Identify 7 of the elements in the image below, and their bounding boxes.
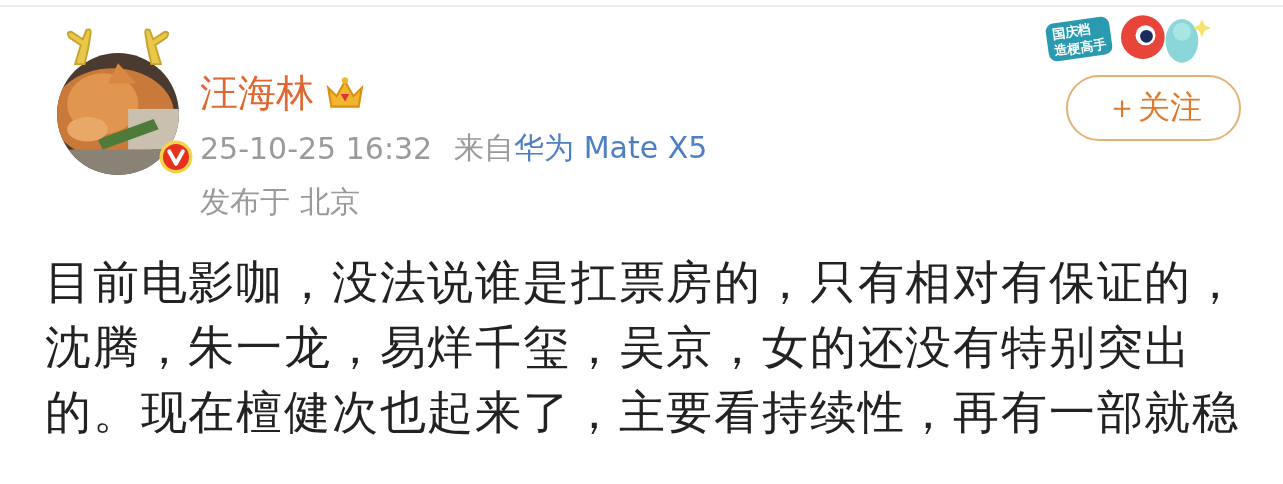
author-name[interactable]: 汪海林 (200, 67, 314, 119)
source-link[interactable]: 华为 Mate X5 (514, 127, 708, 169)
post-location: 发布于 北京 (200, 183, 361, 221)
post-time: 25-10-25 16:32 (200, 130, 433, 166)
post-text: 目前电影咖，没法说谁是扛票房的，只有相对有保证的，沈腾，朱一龙，易烊千玺，吴京，女的还没有特别突出的。现在檀健次也起来了，主要看持续性，再有一部就稳 (45, 254, 1241, 441)
follow-button[interactable]: ＋关注 (1066, 75, 1241, 141)
source-label: 来自 (454, 128, 515, 167)
